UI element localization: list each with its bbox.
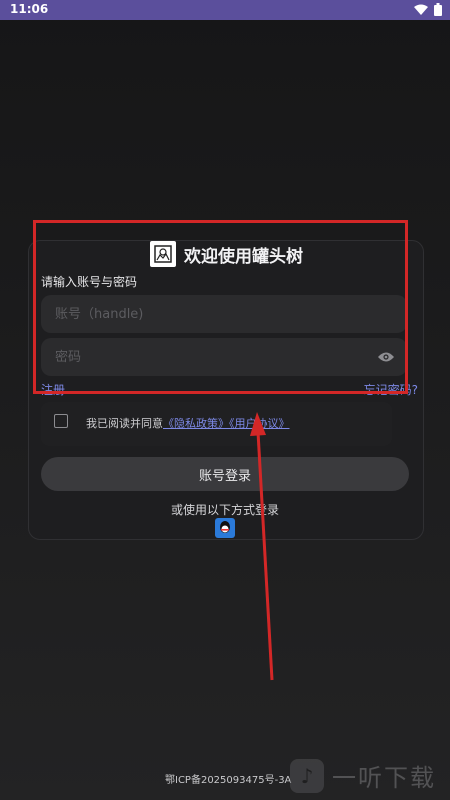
annotation-arrow-icon (250, 412, 274, 681)
watermark: ♪ 一听下载 (290, 758, 436, 793)
icp-record: 鄂ICP备2025093475号-3A (165, 775, 292, 786)
watermark-logo-icon: ♪ (290, 758, 324, 793)
watermark-text: 一听下载 (332, 764, 436, 792)
